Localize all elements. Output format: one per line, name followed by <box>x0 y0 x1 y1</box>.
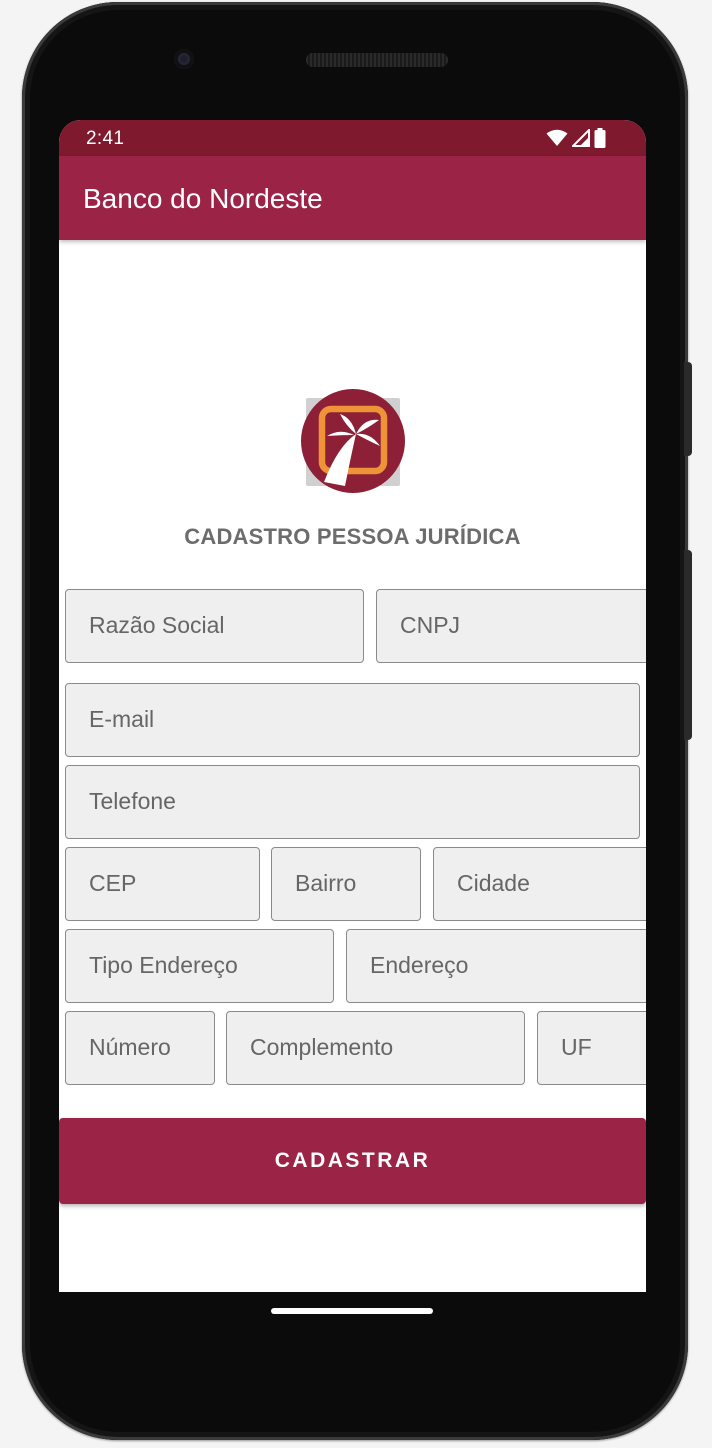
razao-social-field[interactable]: Razão Social <box>65 589 364 663</box>
status-icons <box>546 128 606 148</box>
tipo-endereco-field[interactable]: Tipo Endereço <box>65 929 334 1003</box>
numero-field[interactable]: Número <box>65 1011 215 1085</box>
cep-field[interactable]: CEP <box>65 847 260 921</box>
banco-do-nordeste-logo-icon <box>301 389 405 493</box>
status-bar: 2:41 <box>59 120 646 156</box>
status-time: 2:41 <box>86 128 125 149</box>
cadastrar-button[interactable]: CADASTRAR <box>59 1118 646 1204</box>
cidade-field[interactable]: Cidade <box>433 847 646 921</box>
home-gesture-pill[interactable] <box>271 1308 433 1314</box>
volume-button[interactable] <box>684 550 692 740</box>
endereco-field[interactable]: Endereço <box>346 929 646 1003</box>
bairro-field[interactable]: Bairro <box>271 847 421 921</box>
battery-icon <box>594 128 606 148</box>
form-title: CADASTRO PESSOA JURÍDICA <box>184 524 521 549</box>
email-field[interactable]: E-mail <box>65 683 640 757</box>
uf-field[interactable]: UF <box>537 1011 646 1085</box>
earpiece-speaker <box>306 53 448 67</box>
navigation-bar <box>59 1292 646 1352</box>
power-button[interactable] <box>684 362 692 456</box>
wifi-icon <box>546 129 568 146</box>
telefone-field[interactable]: Telefone <box>65 765 640 839</box>
bank-logo <box>300 388 406 494</box>
app-title: Banco do Nordeste <box>83 183 323 214</box>
signal-icon <box>572 129 590 147</box>
app-bar: Banco do Nordeste <box>59 156 646 240</box>
app-screen: 2:41 Banco do Nordeste CADASTRO PESSOA J… <box>59 120 646 1292</box>
cnpj-field[interactable]: CNPJ <box>376 589 646 663</box>
complemento-field[interactable]: Complemento <box>226 1011 525 1085</box>
front-camera <box>174 49 194 69</box>
